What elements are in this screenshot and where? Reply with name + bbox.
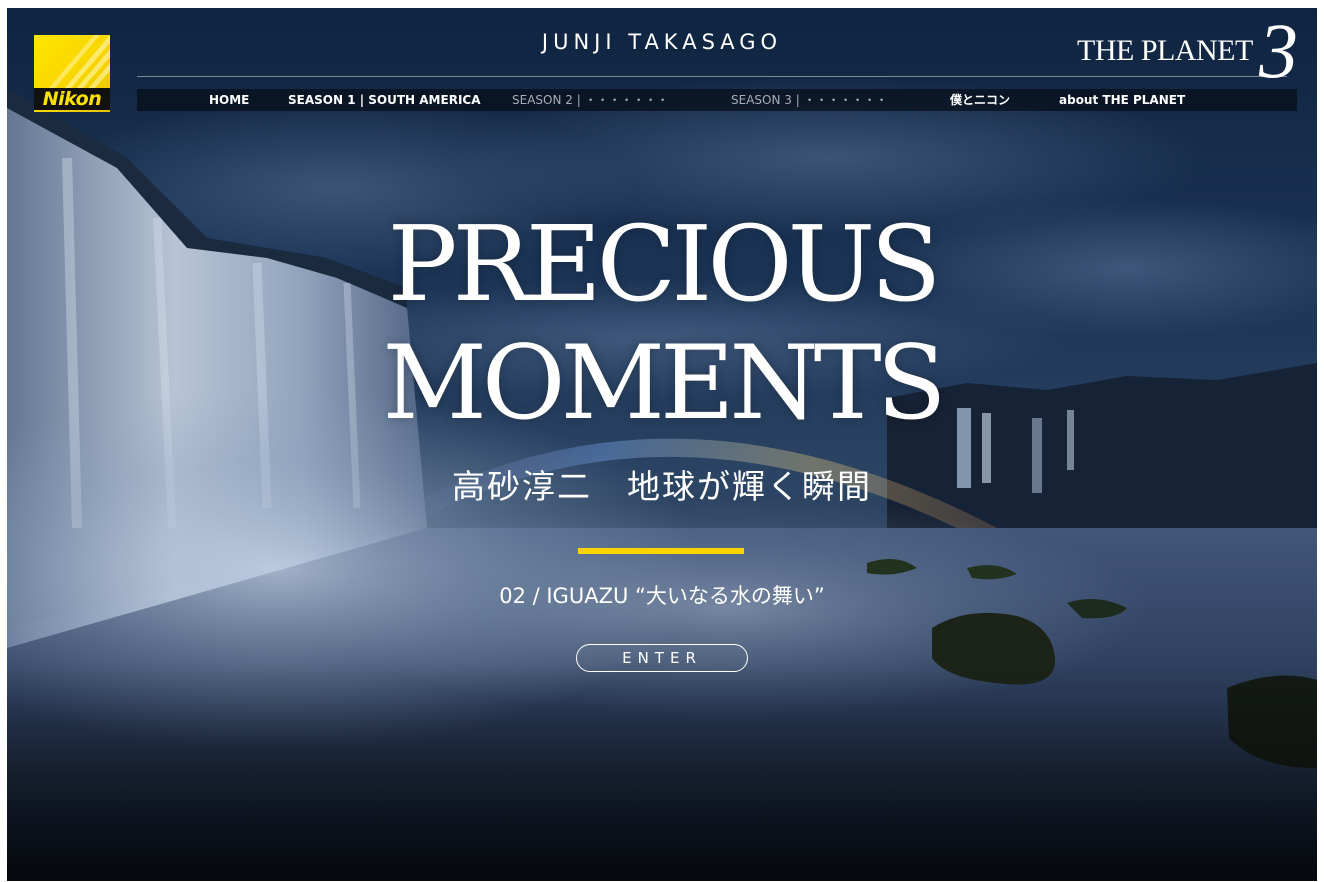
hero-title-line2: MOMENTS: [382, 324, 946, 443]
main-nav: HOME SEASON 1 | SOUTH AMERICA SEASON 2 |…: [137, 89, 1297, 111]
nav-season-1[interactable]: SEASON 1 | SOUTH AMERICA: [288, 89, 481, 111]
hero-title-line1: PRECIOUS: [387, 203, 941, 325]
header-divider: [137, 76, 1287, 77]
brand-title[interactable]: THE PLANET: [1077, 34, 1253, 68]
waterfall-photo: [7, 8, 1317, 881]
accent-bar: [578, 548, 744, 554]
landing-page: Nikon JUNJI TAKASAGO THE PLANET 3 HOME S…: [7, 8, 1317, 881]
nav-season-2[interactable]: SEASON 2 | ・・・・・・・: [512, 89, 669, 111]
nav-me-and-nikon[interactable]: 僕とニコン: [950, 89, 1010, 111]
nav-about[interactable]: about THE PLANET: [1059, 89, 1185, 111]
episode-label: 02 / IGUAZU “大いなる水の舞い”: [499, 584, 825, 608]
nikon-logo-text: Nikon: [34, 88, 110, 110]
hero-subtitle: 高砂淳二 地球が輝く瞬間: [452, 467, 872, 506]
brand-number[interactable]: 3: [1259, 12, 1298, 90]
nav-season-3[interactable]: SEASON 3 | ・・・・・・・: [731, 89, 888, 111]
enter-button[interactable]: ENTER: [576, 644, 748, 672]
nav-home[interactable]: HOME: [209, 89, 249, 111]
